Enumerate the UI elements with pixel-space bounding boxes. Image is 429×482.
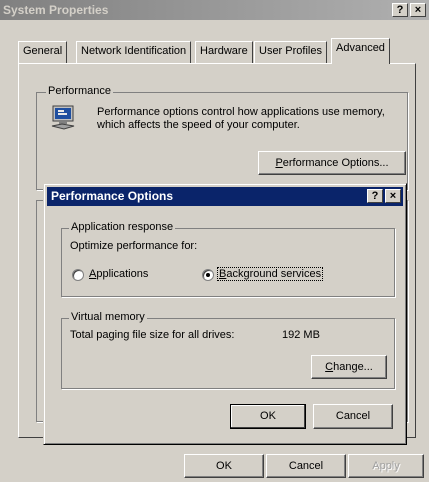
window-titlebar: System Properties (0, 0, 429, 20)
virtual-memory-label: Virtual memory (69, 311, 147, 323)
background-services-radio[interactable] (202, 269, 214, 281)
tab-label: Network Identification (81, 45, 187, 57)
radio-label-text: pplications (96, 268, 149, 280)
performance-group-label: Performance (46, 85, 113, 97)
performance-computer-icon (50, 104, 78, 132)
close-icon: × (389, 190, 397, 202)
paging-file-value: 192 MB (282, 329, 320, 341)
button-label: Apply (372, 460, 400, 472)
accel-key: P (275, 157, 283, 169)
tab-network-identification[interactable]: Network Identification (76, 41, 192, 63)
tab-user-profiles[interactable]: User Profiles (254, 41, 327, 63)
performance-options-button[interactable]: Performance Options... (258, 151, 406, 175)
apply-button: Apply (348, 454, 424, 478)
tab-label: Hardware (200, 45, 248, 57)
tab-advanced[interactable]: Advanced (331, 38, 390, 64)
applications-radio-label[interactable]: Applications (89, 268, 148, 280)
tab-label: Advanced (336, 42, 385, 54)
tab-general[interactable]: General (18, 41, 68, 63)
performance-description-2: which affects the speed of your computer… (97, 119, 300, 131)
ok-button[interactable]: OK (184, 454, 264, 478)
button-label: Cancel (288, 460, 324, 472)
application-response-groupbox (61, 228, 395, 297)
close-icon: × (414, 4, 422, 16)
help-icon: ? (371, 190, 379, 202)
help-button[interactable]: ? (392, 3, 408, 17)
button-label: erformance Options... (282, 157, 389, 169)
button-label: OK (260, 410, 276, 422)
background-services-radio-label[interactable]: Background services (217, 267, 324, 281)
close-button[interactable]: × (410, 3, 426, 17)
help-icon: ? (396, 4, 404, 16)
change-button[interactable]: Change... (311, 355, 387, 379)
tab-label: User Profiles (259, 45, 322, 57)
window-title: System Properties (3, 3, 109, 17)
performance-options-dialog: Performance Options ? × Application resp… (43, 183, 407, 445)
button-label: OK (216, 460, 232, 472)
dialog-help-button[interactable]: ? (367, 189, 383, 203)
button-label: Cancel (335, 410, 371, 422)
application-response-label: Application response (69, 221, 176, 233)
performance-description-1: Performance options control how applicat… (97, 106, 385, 118)
dialog-cancel-button[interactable]: Cancel (313, 404, 393, 429)
dialog-ok-button[interactable]: OK (230, 404, 306, 429)
radio-label-text: ackground services (226, 268, 322, 280)
tab-label: General (23, 45, 63, 57)
cancel-button[interactable]: Cancel (266, 454, 346, 478)
dialog-close-button[interactable]: × (385, 189, 401, 203)
radio-selected-dot (206, 273, 210, 277)
accel-key: C (325, 361, 334, 373)
button-label: hange... (333, 361, 373, 373)
applications-radio[interactable] (72, 269, 84, 281)
tab-hardware[interactable]: Hardware (195, 41, 253, 63)
optimize-prompt: Optimize performance for: (70, 240, 198, 252)
paging-file-label: Total paging file size for all drives: (70, 329, 235, 341)
dialog-title: Performance Options (51, 189, 174, 203)
dialog-titlebar: Performance Options (47, 187, 403, 206)
